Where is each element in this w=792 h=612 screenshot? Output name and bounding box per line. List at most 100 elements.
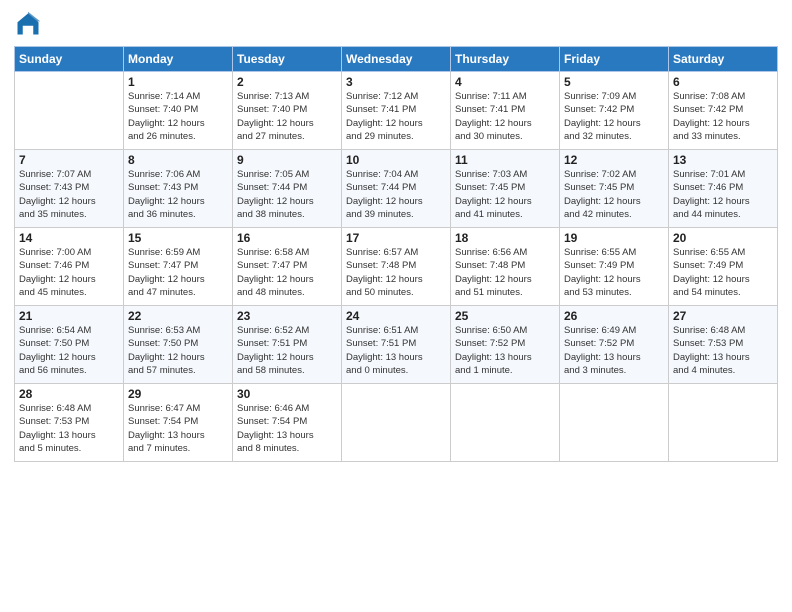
weekday-header-saturday: Saturday (669, 47, 778, 72)
day-number: 16 (237, 231, 337, 245)
day-number: 9 (237, 153, 337, 167)
page: SundayMondayTuesdayWednesdayThursdayFrid… (0, 0, 792, 612)
day-cell: 16Sunrise: 6:58 AM Sunset: 7:47 PM Dayli… (233, 228, 342, 306)
day-info: Sunrise: 6:51 AM Sunset: 7:51 PM Dayligh… (346, 324, 446, 377)
weekday-header-friday: Friday (560, 47, 669, 72)
day-cell (451, 384, 560, 462)
day-info: Sunrise: 6:53 AM Sunset: 7:50 PM Dayligh… (128, 324, 228, 377)
day-info: Sunrise: 7:14 AM Sunset: 7:40 PM Dayligh… (128, 90, 228, 143)
day-cell: 9Sunrise: 7:05 AM Sunset: 7:44 PM Daylig… (233, 150, 342, 228)
day-info: Sunrise: 6:59 AM Sunset: 7:47 PM Dayligh… (128, 246, 228, 299)
day-cell: 20Sunrise: 6:55 AM Sunset: 7:49 PM Dayli… (669, 228, 778, 306)
day-number: 13 (673, 153, 773, 167)
day-number: 21 (19, 309, 119, 323)
day-cell (342, 384, 451, 462)
day-cell: 19Sunrise: 6:55 AM Sunset: 7:49 PM Dayli… (560, 228, 669, 306)
day-number: 4 (455, 75, 555, 89)
day-info: Sunrise: 7:11 AM Sunset: 7:41 PM Dayligh… (455, 90, 555, 143)
day-number: 30 (237, 387, 337, 401)
day-number: 11 (455, 153, 555, 167)
day-cell: 26Sunrise: 6:49 AM Sunset: 7:52 PM Dayli… (560, 306, 669, 384)
day-info: Sunrise: 7:03 AM Sunset: 7:45 PM Dayligh… (455, 168, 555, 221)
day-number: 18 (455, 231, 555, 245)
weekday-header-sunday: Sunday (15, 47, 124, 72)
day-number: 23 (237, 309, 337, 323)
day-number: 29 (128, 387, 228, 401)
calendar-table: SundayMondayTuesdayWednesdayThursdayFrid… (14, 46, 778, 462)
weekday-header-monday: Monday (124, 47, 233, 72)
day-number: 3 (346, 75, 446, 89)
day-cell (15, 72, 124, 150)
day-info: Sunrise: 6:52 AM Sunset: 7:51 PM Dayligh… (237, 324, 337, 377)
day-cell: 5Sunrise: 7:09 AM Sunset: 7:42 PM Daylig… (560, 72, 669, 150)
day-cell: 12Sunrise: 7:02 AM Sunset: 7:45 PM Dayli… (560, 150, 669, 228)
day-number: 19 (564, 231, 664, 245)
day-info: Sunrise: 6:54 AM Sunset: 7:50 PM Dayligh… (19, 324, 119, 377)
day-cell: 23Sunrise: 6:52 AM Sunset: 7:51 PM Dayli… (233, 306, 342, 384)
day-number: 20 (673, 231, 773, 245)
day-number: 24 (346, 309, 446, 323)
day-number: 26 (564, 309, 664, 323)
day-number: 10 (346, 153, 446, 167)
day-info: Sunrise: 6:46 AM Sunset: 7:54 PM Dayligh… (237, 402, 337, 455)
logo-icon (14, 10, 42, 38)
day-cell: 14Sunrise: 7:00 AM Sunset: 7:46 PM Dayli… (15, 228, 124, 306)
day-number: 2 (237, 75, 337, 89)
day-cell: 7Sunrise: 7:07 AM Sunset: 7:43 PM Daylig… (15, 150, 124, 228)
day-cell: 17Sunrise: 6:57 AM Sunset: 7:48 PM Dayli… (342, 228, 451, 306)
day-info: Sunrise: 7:00 AM Sunset: 7:46 PM Dayligh… (19, 246, 119, 299)
day-number: 14 (19, 231, 119, 245)
day-cell: 4Sunrise: 7:11 AM Sunset: 7:41 PM Daylig… (451, 72, 560, 150)
day-info: Sunrise: 7:09 AM Sunset: 7:42 PM Dayligh… (564, 90, 664, 143)
day-cell: 6Sunrise: 7:08 AM Sunset: 7:42 PM Daylig… (669, 72, 778, 150)
day-info: Sunrise: 7:04 AM Sunset: 7:44 PM Dayligh… (346, 168, 446, 221)
day-cell (560, 384, 669, 462)
day-info: Sunrise: 6:58 AM Sunset: 7:47 PM Dayligh… (237, 246, 337, 299)
header (14, 10, 778, 38)
day-cell: 30Sunrise: 6:46 AM Sunset: 7:54 PM Dayli… (233, 384, 342, 462)
day-number: 8 (128, 153, 228, 167)
day-number: 28 (19, 387, 119, 401)
day-info: Sunrise: 6:55 AM Sunset: 7:49 PM Dayligh… (564, 246, 664, 299)
day-number: 17 (346, 231, 446, 245)
day-info: Sunrise: 6:48 AM Sunset: 7:53 PM Dayligh… (19, 402, 119, 455)
day-info: Sunrise: 6:55 AM Sunset: 7:49 PM Dayligh… (673, 246, 773, 299)
day-cell: 11Sunrise: 7:03 AM Sunset: 7:45 PM Dayli… (451, 150, 560, 228)
day-info: Sunrise: 7:13 AM Sunset: 7:40 PM Dayligh… (237, 90, 337, 143)
day-info: Sunrise: 6:56 AM Sunset: 7:48 PM Dayligh… (455, 246, 555, 299)
day-cell: 25Sunrise: 6:50 AM Sunset: 7:52 PM Dayli… (451, 306, 560, 384)
day-number: 12 (564, 153, 664, 167)
day-number: 5 (564, 75, 664, 89)
day-info: Sunrise: 7:07 AM Sunset: 7:43 PM Dayligh… (19, 168, 119, 221)
weekday-header-row: SundayMondayTuesdayWednesdayThursdayFrid… (15, 47, 778, 72)
week-row-1: 1Sunrise: 7:14 AM Sunset: 7:40 PM Daylig… (15, 72, 778, 150)
weekday-header-tuesday: Tuesday (233, 47, 342, 72)
day-cell (669, 384, 778, 462)
day-cell: 29Sunrise: 6:47 AM Sunset: 7:54 PM Dayli… (124, 384, 233, 462)
day-number: 6 (673, 75, 773, 89)
day-info: Sunrise: 7:02 AM Sunset: 7:45 PM Dayligh… (564, 168, 664, 221)
day-info: Sunrise: 6:57 AM Sunset: 7:48 PM Dayligh… (346, 246, 446, 299)
day-cell: 2Sunrise: 7:13 AM Sunset: 7:40 PM Daylig… (233, 72, 342, 150)
day-info: Sunrise: 7:12 AM Sunset: 7:41 PM Dayligh… (346, 90, 446, 143)
day-number: 27 (673, 309, 773, 323)
day-info: Sunrise: 6:47 AM Sunset: 7:54 PM Dayligh… (128, 402, 228, 455)
day-cell: 15Sunrise: 6:59 AM Sunset: 7:47 PM Dayli… (124, 228, 233, 306)
day-cell: 3Sunrise: 7:12 AM Sunset: 7:41 PM Daylig… (342, 72, 451, 150)
day-cell: 24Sunrise: 6:51 AM Sunset: 7:51 PM Dayli… (342, 306, 451, 384)
day-cell: 1Sunrise: 7:14 AM Sunset: 7:40 PM Daylig… (124, 72, 233, 150)
day-number: 7 (19, 153, 119, 167)
day-number: 15 (128, 231, 228, 245)
day-cell: 8Sunrise: 7:06 AM Sunset: 7:43 PM Daylig… (124, 150, 233, 228)
day-info: Sunrise: 7:08 AM Sunset: 7:42 PM Dayligh… (673, 90, 773, 143)
day-info: Sunrise: 7:06 AM Sunset: 7:43 PM Dayligh… (128, 168, 228, 221)
week-row-3: 14Sunrise: 7:00 AM Sunset: 7:46 PM Dayli… (15, 228, 778, 306)
day-info: Sunrise: 6:48 AM Sunset: 7:53 PM Dayligh… (673, 324, 773, 377)
day-info: Sunrise: 6:50 AM Sunset: 7:52 PM Dayligh… (455, 324, 555, 377)
day-info: Sunrise: 7:05 AM Sunset: 7:44 PM Dayligh… (237, 168, 337, 221)
week-row-5: 28Sunrise: 6:48 AM Sunset: 7:53 PM Dayli… (15, 384, 778, 462)
logo (14, 10, 46, 38)
weekday-header-thursday: Thursday (451, 47, 560, 72)
day-info: Sunrise: 7:01 AM Sunset: 7:46 PM Dayligh… (673, 168, 773, 221)
day-cell: 10Sunrise: 7:04 AM Sunset: 7:44 PM Dayli… (342, 150, 451, 228)
